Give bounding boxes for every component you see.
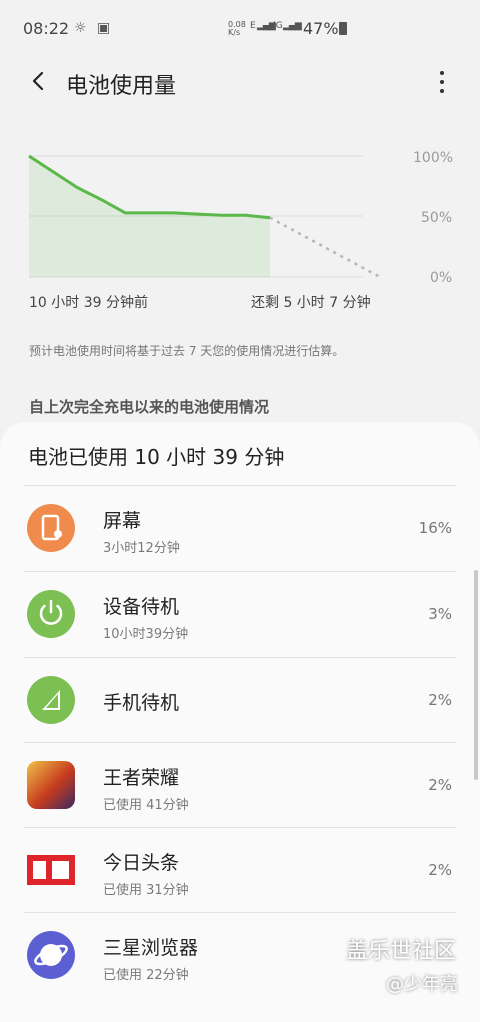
battery-chart-svg (28, 154, 381, 279)
chart-start-label: 10 小时 39 分钟前 (29, 295, 148, 311)
status-bar: 08:22 ☼ ▣ 0.08 K/s E ▂▄▆ 4G ▂▄▆ 47% (0, 0, 480, 58)
app-usage-time: 10小时39分钟 (103, 627, 189, 642)
app-name: 王者荣耀 (103, 767, 180, 789)
chart-remaining-label: 还剩 5 小时 7 分钟 (251, 295, 371, 311)
app-percent: 2% (428, 691, 452, 709)
usage-row-toutiao[interactable]: 今日头条 已使用 31分钟 2% (0, 828, 480, 912)
battery-icon (339, 22, 347, 35)
more-options-button[interactable] (430, 66, 454, 98)
app-percent: 16% (418, 519, 452, 537)
estimate-note: 预计电池使用时间将基于过去 7 天您的使用情况进行估算。 (29, 344, 345, 358)
usage-row-phone-idle[interactable]: 手机待机 2% (0, 658, 480, 742)
screen-icon (27, 504, 75, 552)
app-name: 屏幕 (103, 510, 142, 532)
scrollbar[interactable] (474, 570, 478, 780)
usage-card: 电池已使用 10 小时 39 分钟 屏幕 3小时12分钟 16% 设备待机 10… (0, 422, 480, 1022)
app-percent: 3% (428, 605, 452, 623)
usage-row-device-idle[interactable]: 设备待机 10小时39分钟 3% (0, 572, 480, 656)
back-arrow-icon (32, 71, 44, 91)
app-usage-time: 已使用 31分钟 (103, 883, 189, 898)
network-type2-label: 4G (271, 21, 283, 31)
section-label: 自上次完全充电以来的电池使用情况 (29, 398, 270, 416)
app-name: 三星浏览器 (103, 937, 199, 959)
more-vert-icon (430, 71, 454, 93)
battery-chart: 100% 50% 0% (0, 140, 480, 300)
back-button[interactable] (24, 66, 54, 96)
watermark-author: @少年亮 (386, 974, 458, 995)
y-tick-0: 0% (430, 270, 453, 286)
signal-bars-icon-2: ▂▄▆ (283, 21, 302, 31)
clock: 08:22 (23, 19, 70, 38)
app-percent: 2% (428, 861, 452, 879)
usage-row-screen[interactable]: 屏幕 3小时12分钟 16% (0, 486, 480, 570)
app-usage-time: 已使用 22分钟 (103, 968, 189, 983)
network-speed: 0.08 K/s (228, 20, 246, 37)
usage-row-king-of-glory[interactable]: 王者荣耀 已使用 41分钟 2% (0, 743, 480, 827)
page-title: 电池使用量 (66, 74, 177, 99)
toutiao-icon (27, 846, 75, 894)
network-type-label: E (250, 21, 256, 31)
app-usage-time: 3小时12分钟 (103, 541, 180, 556)
y-tick-50: 50% (421, 210, 453, 226)
watermark-text: 盖乐世社区 (346, 939, 457, 964)
usage-summary: 电池已使用 10 小时 39 分钟 (28, 445, 285, 469)
weather-icon: ☼ (74, 20, 87, 36)
battery-projection-line (269, 216, 381, 279)
app-usage-time: 已使用 41分钟 (103, 798, 189, 813)
y-tick-100: 100% (413, 150, 454, 166)
app-percent: 2% (428, 776, 452, 794)
signal-icon (27, 676, 75, 724)
app-name: 今日头条 (103, 852, 180, 874)
battery-percent: 47% (303, 19, 339, 38)
app-name: 手机待机 (103, 692, 180, 714)
gallery-icon: ▣ (97, 20, 111, 36)
power-icon (27, 590, 75, 638)
app-name: 设备待机 (103, 596, 180, 618)
game-icon (27, 761, 75, 809)
browser-icon (27, 931, 75, 979)
app-bar: 电池使用量 (0, 58, 480, 108)
